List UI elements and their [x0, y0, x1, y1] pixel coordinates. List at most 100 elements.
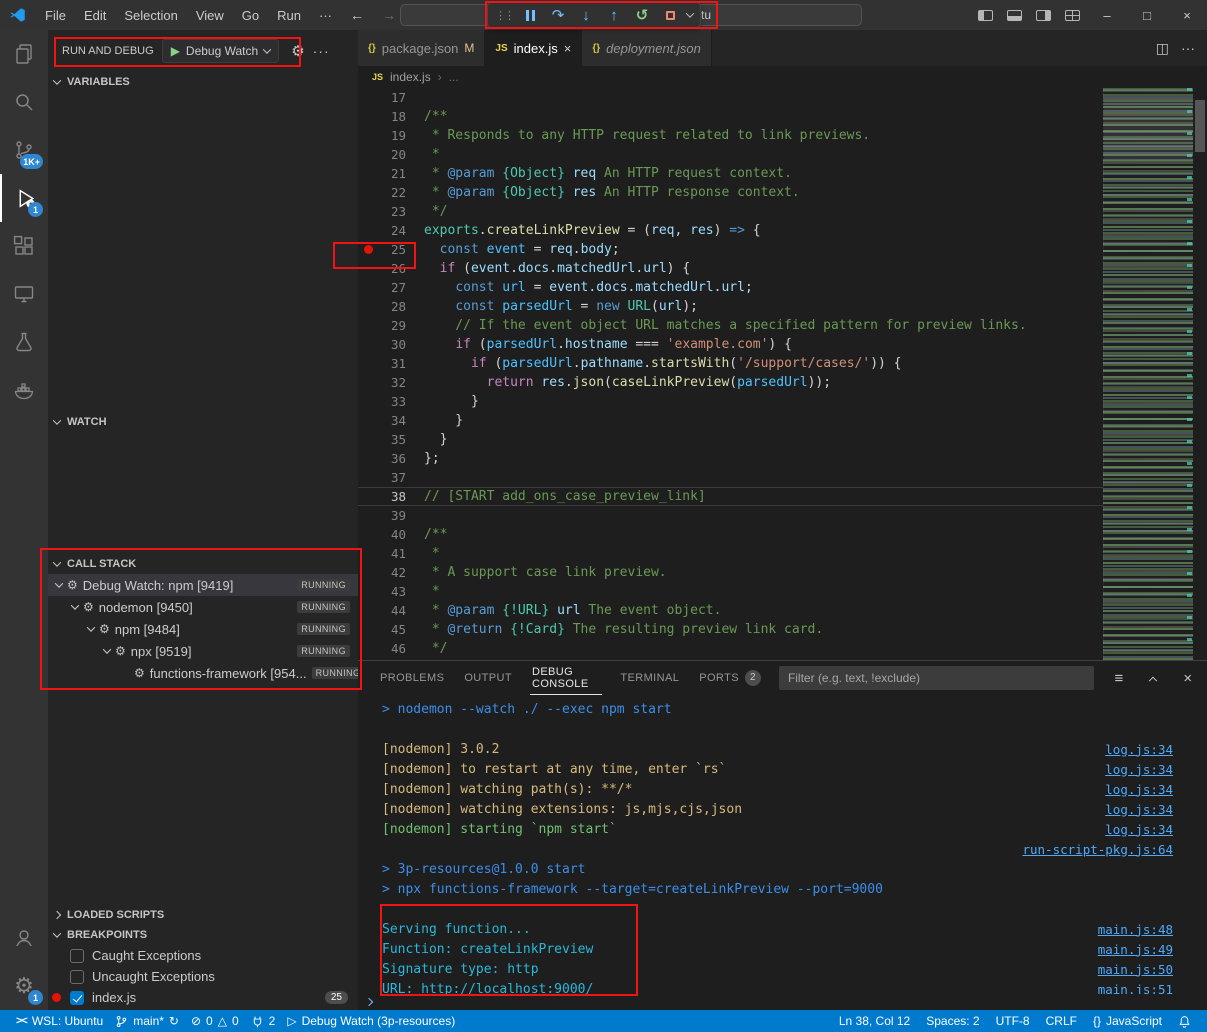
section-loaded-scripts[interactable]: LOADED SCRIPTS: [48, 905, 358, 925]
call-stack-item[interactable]: ⚙functions-framework [954...RUNNING: [48, 662, 358, 684]
console-line[interactable]: [nodemon] watching extensions: js,mjs,cj…: [382, 799, 1187, 819]
console-line[interactable]: Serving function...main.js:48: [382, 919, 1187, 939]
minimap[interactable]: [1103, 88, 1193, 660]
code-line-45[interactable]: 45 * @return {!Card} The resulting previ…: [358, 620, 1103, 639]
debug-session-indicator[interactable]: ▷ Debug Watch (3p-resources): [281, 1010, 461, 1032]
call-stack-item[interactable]: ⚙npm [9484]RUNNING: [48, 618, 358, 640]
split-editor-icon[interactable]: ◫: [1156, 40, 1169, 57]
code-line-39[interactable]: 39: [358, 506, 1103, 525]
console-line[interactable]: Signature type: httpmain.js:50: [382, 959, 1187, 979]
section-breakpoints[interactable]: BREAKPOINTS: [48, 925, 358, 945]
panel-tab-problems[interactable]: PROBLEMS: [378, 661, 446, 695]
code-line-28[interactable]: 28 const parsedUrl = new URL(url);: [358, 297, 1103, 316]
git-branch-indicator[interactable]: main* ↻: [109, 1010, 185, 1032]
menu-selection[interactable]: Selection: [115, 0, 186, 30]
section-variables[interactable]: VARIABLES: [48, 72, 358, 92]
panel-close-icon[interactable]: ×: [1179, 670, 1197, 687]
toggle-panel-icon[interactable]: [1000, 0, 1029, 30]
more-actions-icon[interactable]: ···: [313, 43, 330, 59]
drag-handle-icon[interactable]: ⋮⋮: [495, 9, 513, 22]
settings-gear-icon[interactable]: ⚙ 1: [0, 962, 48, 1010]
console-line[interactable]: run-script-pkg.js:64: [382, 839, 1187, 859]
source-control-icon[interactable]: 1K+: [0, 126, 48, 174]
eol-sequence[interactable]: CRLF: [1040, 1010, 1083, 1032]
console-line[interactable]: > nodemon --watch ./ --exec npm start: [382, 699, 1187, 719]
console-line[interactable]: Function: createLinkPreviewmain.js:49: [382, 939, 1187, 959]
code-line-42[interactable]: 42 * A support case link preview.: [358, 563, 1103, 582]
breakpoint-item[interactable]: Uncaught Exceptions: [48, 966, 358, 987]
ports-indicator[interactable]: 2: [245, 1010, 282, 1032]
console-line[interactable]: [382, 719, 1187, 739]
source-link[interactable]: log.js:34: [1105, 762, 1187, 777]
start-debug-icon[interactable]: ▶: [171, 44, 180, 58]
console-line[interactable]: [nodemon] starting `npm start`log.js:34: [382, 819, 1187, 839]
breadcrumb[interactable]: JS index.js › ...: [358, 66, 1207, 88]
panel-maximize-icon[interactable]: [1144, 675, 1162, 681]
restart-button[interactable]: ↺: [633, 5, 651, 25]
console-line[interactable]: [382, 899, 1187, 919]
console-line[interactable]: [nodemon] 3.0.2log.js:34: [382, 739, 1187, 759]
run-and-debug-icon[interactable]: 1: [0, 174, 48, 222]
stop-button[interactable]: [661, 5, 679, 25]
breakpoint-checkbox[interactable]: [70, 949, 84, 963]
call-stack-item[interactable]: ⚙nodemon [9450]RUNNING: [48, 596, 358, 618]
panel-tab-debug-console[interactable]: DEBUG CONSOLE: [530, 661, 602, 695]
cursor-position[interactable]: Ln 38, Col 12: [833, 1010, 916, 1032]
debug-config-dropdown[interactable]: ▶ Debug Watch: [162, 39, 280, 63]
editor-scrollbar[interactable]: [1195, 100, 1205, 152]
breadcrumb-file[interactable]: index.js: [390, 70, 431, 84]
code-line-34[interactable]: 34 }: [358, 411, 1103, 430]
section-watch[interactable]: WATCH: [48, 412, 358, 432]
code-line-36[interactable]: 36};: [358, 449, 1103, 468]
editor-more-icon[interactable]: ···: [1181, 40, 1195, 56]
source-link[interactable]: main.js:50: [1098, 962, 1187, 977]
code-line-32[interactable]: 32 return res.json(caseLinkPreview(parse…: [358, 373, 1103, 392]
code-line-44[interactable]: 44 * @param {!URL} url The event object.: [358, 601, 1103, 620]
code-line-38[interactable]: 38// [START add_ons_case_preview_link]: [358, 487, 1103, 506]
section-call-stack[interactable]: CALL STACK: [48, 554, 358, 574]
remote-explorer-icon[interactable]: [0, 270, 48, 318]
toggle-secondary-sidebar-icon[interactable]: [1029, 0, 1058, 30]
back-button[interactable]: ←: [341, 7, 373, 23]
step-into-button[interactable]: ↓: [577, 5, 595, 25]
step-out-button[interactable]: ↑: [605, 5, 623, 25]
debug-settings-gear-icon[interactable]: ⚙: [291, 42, 304, 60]
call-stack-item[interactable]: ⚙Debug Watch: npm [9419]RUNNING: [48, 574, 358, 596]
menu-overflow-icon[interactable]: ···: [310, 0, 341, 30]
code-line-30[interactable]: 30 if (parsedUrl.hostname === 'example.c…: [358, 335, 1103, 354]
console-line[interactable]: URL: http://localhost:9000/main.js:51: [382, 979, 1187, 994]
code-line-21[interactable]: 21 * @param {Object} req An HTTP request…: [358, 164, 1103, 183]
pause-button[interactable]: [521, 5, 539, 25]
customize-layout-icon[interactable]: [1058, 0, 1087, 30]
explorer-icon[interactable]: [0, 30, 48, 78]
tab-deployment.json[interactable]: {}deployment.json: [582, 30, 711, 66]
minimize-button[interactable]: –: [1087, 0, 1127, 30]
source-link[interactable]: main.js:51: [1098, 982, 1187, 995]
panel-tab-ports[interactable]: PORTS2: [697, 661, 763, 695]
code-line-24[interactable]: 24exports.createLinkPreview = (req, res)…: [358, 221, 1103, 240]
remote-indicator[interactable]: >< WSL: Ubuntu: [10, 1010, 109, 1032]
breakpoint-checkbox[interactable]: [70, 970, 84, 984]
language-mode[interactable]: {} JavaScript: [1087, 1010, 1168, 1032]
filter-lines-icon[interactable]: ≡: [1110, 670, 1128, 687]
source-link[interactable]: log.js:34: [1105, 782, 1187, 797]
extensions-icon[interactable]: [0, 222, 48, 270]
maximize-button[interactable]: □: [1127, 0, 1167, 30]
console-line[interactable]: > 3p-resources@1.0.0 start: [382, 859, 1187, 879]
code-line-22[interactable]: 22 * @param {Object} res An HTTP respons…: [358, 183, 1103, 202]
tab-package.json[interactable]: {}package.jsonM: [358, 30, 485, 66]
debug-console-output[interactable]: > nodemon --watch ./ --exec npm start [no…: [358, 695, 1207, 994]
code-line-29[interactable]: 29 // If the event object URL matches a …: [358, 316, 1103, 335]
search-icon[interactable]: [0, 78, 48, 126]
code-line-27[interactable]: 27 const url = event.docs.matchedUrl.url…: [358, 278, 1103, 297]
tab-index.js[interactable]: JSindex.js×: [485, 30, 582, 66]
indentation[interactable]: Spaces: 2: [920, 1010, 985, 1032]
source-link[interactable]: log.js:34: [1105, 742, 1187, 757]
console-line[interactable]: [nodemon] to restart at any time, enter …: [382, 759, 1187, 779]
breakpoint-item[interactable]: index.js25: [48, 987, 358, 1008]
breakpoint-checkbox[interactable]: [70, 991, 84, 1005]
console-line[interactable]: > npx functions-framework --target=creat…: [382, 879, 1187, 899]
panel-tab-terminal[interactable]: TERMINAL: [618, 661, 681, 695]
source-link[interactable]: main.js:49: [1098, 942, 1187, 957]
account-icon[interactable]: [0, 914, 48, 962]
